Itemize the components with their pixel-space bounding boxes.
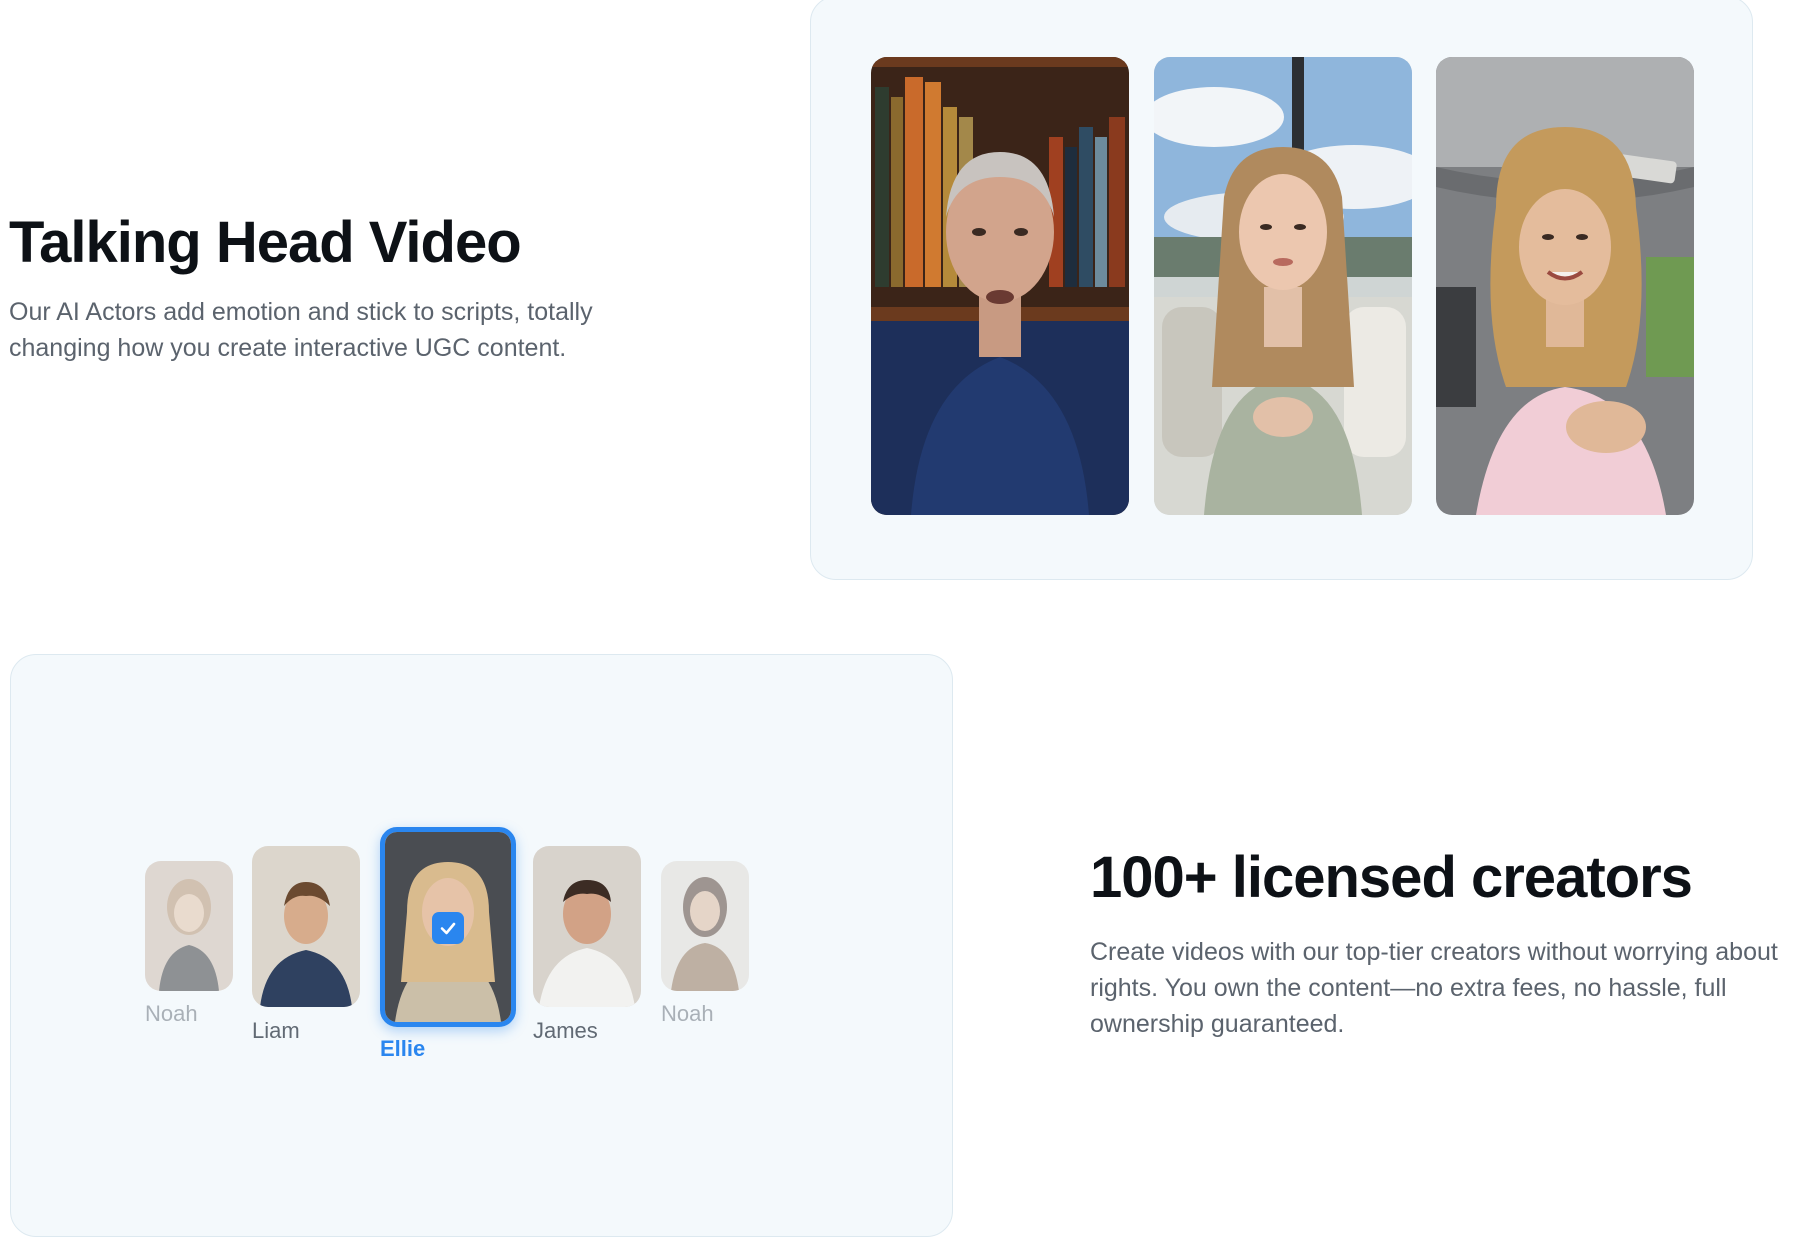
talking-head-video-card[interactable] bbox=[871, 57, 1129, 515]
creator-name: Liam bbox=[252, 1018, 300, 1043]
creators-carousel-panel: Noah Liam Ellie James Noah bbox=[10, 654, 953, 1237]
talking-head-video-card[interactable] bbox=[1154, 57, 1412, 515]
video-thumbnail-man-bookshelf bbox=[871, 57, 1129, 515]
talking-head-description: Our AI Actors add emotion and stick to s… bbox=[9, 298, 593, 362]
creator-thumbnail bbox=[380, 827, 516, 1027]
creator-thumbnail bbox=[252, 846, 360, 1007]
talking-head-video-card[interactable] bbox=[1436, 57, 1694, 515]
creator-name: James bbox=[533, 1018, 598, 1043]
creator-name: Noah bbox=[661, 1001, 714, 1026]
creators-description: Create videos with our top-tier creators… bbox=[1090, 938, 1778, 1038]
video-thumbnail-woman-car bbox=[1436, 57, 1694, 515]
talking-head-title: Talking Head Video bbox=[9, 210, 522, 275]
creator-thumbnail bbox=[661, 861, 749, 991]
selected-check-icon bbox=[432, 912, 464, 944]
video-thumbnail-woman-window bbox=[1154, 57, 1412, 515]
talking-head-video-panel bbox=[810, 0, 1753, 580]
creator-thumbnail bbox=[145, 861, 233, 991]
creator-thumbnail bbox=[533, 846, 641, 1007]
creator-name: Noah bbox=[145, 1001, 198, 1026]
creator-name: Ellie bbox=[380, 1036, 426, 1061]
creators-title: 100+ licensed creators bbox=[1090, 845, 1693, 910]
